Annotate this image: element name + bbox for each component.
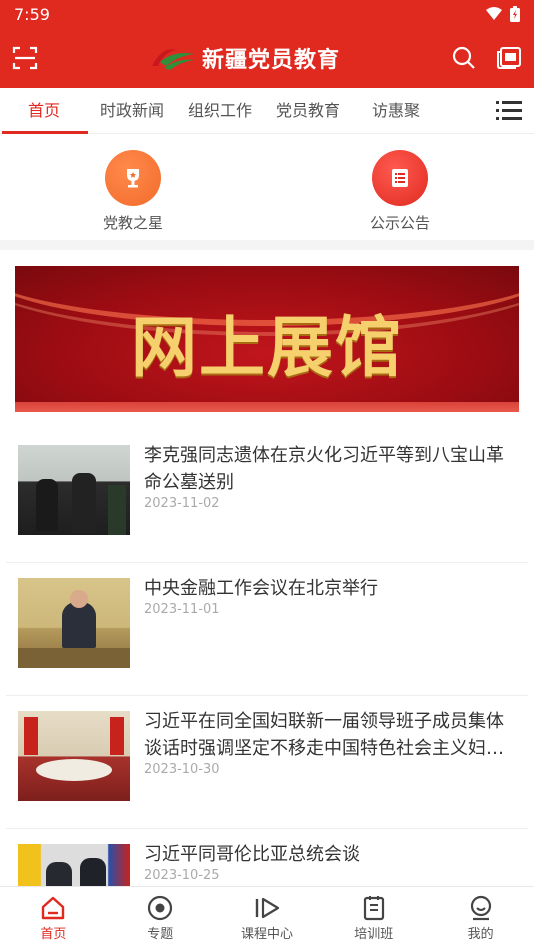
battery-icon	[510, 6, 520, 22]
trophy-icon	[127, 169, 139, 188]
wifi-icon	[486, 7, 502, 20]
page-title: 新疆党员教育	[201, 48, 340, 73]
app-screen: 7:59 新疆党员教育 首页 时政新闻 组织工作 党员教育 访惠聚 党教之星 公…	[0, 0, 534, 950]
status-time: 7:59	[14, 4, 50, 24]
tab-politics-news[interactable]: 时政新闻	[88, 88, 176, 134]
nav-topic[interactable]: 专题	[107, 887, 214, 950]
tab-organization[interactable]: 组织工作	[176, 88, 264, 134]
news-item[interactable]: 习近平在同全国妇联新一届领导班子成员集体谈话时强调坚定不移走中国特色社会主义妇女…	[6, 696, 528, 829]
app-header: 新疆党员教育	[0, 28, 534, 88]
news-date: 2023-11-01	[144, 602, 220, 617]
nav-profile[interactable]: 我的	[427, 887, 534, 950]
news-item[interactable]: 习近平同哥伦比亚总统会谈 2023-10-25	[6, 829, 528, 886]
logo-icon	[151, 49, 194, 70]
news-title: 李克强同志遗体在京火化习近平等到八宝山革命公墓送别	[144, 445, 504, 493]
list-icon	[392, 169, 408, 187]
topic-icon	[148, 895, 173, 921]
quick-entry-party-star[interactable]: 党教之星	[73, 150, 193, 233]
nav-training-class[interactable]: 培训班	[320, 887, 427, 950]
main-content: 网上展馆 李克强同志遗体在京火化习近平等到八宝山革命公墓送别 2023-11-0…	[0, 250, 534, 886]
top-bar: 7:59 新疆党员教育	[0, 0, 534, 88]
app-brand: 新疆党员教育	[150, 42, 340, 74]
nav-label: 专题	[147, 927, 174, 942]
play-icon	[255, 897, 280, 919]
quick-entry-announcement[interactable]: 公示公告	[340, 150, 460, 233]
tab-member-education[interactable]: 党员教育	[264, 88, 352, 134]
scan-icon[interactable]	[12, 45, 38, 71]
quick-entry-section: 党教之星 公示公告	[0, 134, 534, 240]
nav-home[interactable]: 首页	[0, 887, 107, 950]
news-thumbnail	[18, 445, 130, 535]
nav-course-center[interactable]: 课程中心	[214, 887, 321, 950]
home-icon	[42, 896, 65, 920]
notebook-icon	[363, 896, 384, 921]
news-date: 2023-10-30	[144, 762, 220, 777]
news-date: 2023-11-02	[144, 496, 220, 511]
news-thumbnail	[18, 578, 130, 668]
search-icon[interactable]	[452, 46, 476, 70]
quick-entry-label: 公示公告	[369, 214, 430, 232]
nav-label: 课程中心	[240, 927, 293, 942]
menu-icon[interactable]	[496, 100, 522, 122]
bottom-navigation: 首页 专题 课程中心 培训班 我的	[0, 886, 534, 950]
news-thumbnail	[18, 711, 130, 801]
nav-label: 首页	[40, 927, 67, 942]
online-exhibition-banner[interactable]: 网上展馆	[15, 266, 519, 412]
tab-fanghuiju[interactable]: 访惠聚	[352, 88, 440, 134]
news-list: 李克强同志遗体在京火化习近平等到八宝山革命公墓送别 2023-11-02 中央金…	[0, 430, 534, 886]
newspaper-icon[interactable]	[496, 46, 522, 70]
profile-icon	[470, 895, 491, 921]
status-bar: 7:59	[0, 0, 534, 28]
category-tabs: 首页 时政新闻 组织工作 党员教育 访惠聚	[0, 88, 534, 134]
news-thumbnail	[18, 844, 130, 886]
nav-label: 我的	[467, 927, 494, 942]
news-title: 习近平在同全国妇联新一届领导班子成员集体谈话时强调坚定不移走中国特色社会主义妇女…	[144, 711, 504, 759]
news-item[interactable]: 中央金融工作会议在北京举行 2023-11-01	[6, 563, 528, 696]
tab-home[interactable]: 首页	[0, 88, 88, 134]
nav-label: 培训班	[354, 927, 394, 942]
quick-entry-label: 党教之星	[102, 214, 163, 232]
news-date: 2023-10-25	[144, 868, 220, 883]
news-item[interactable]: 李克强同志遗体在京火化习近平等到八宝山革命公墓送别 2023-11-02	[6, 430, 528, 563]
news-title: 习近平同哥伦比亚总统会谈	[144, 844, 360, 865]
banner-title: 网上展馆	[131, 308, 403, 386]
news-title: 中央金融工作会议在北京举行	[144, 578, 378, 599]
